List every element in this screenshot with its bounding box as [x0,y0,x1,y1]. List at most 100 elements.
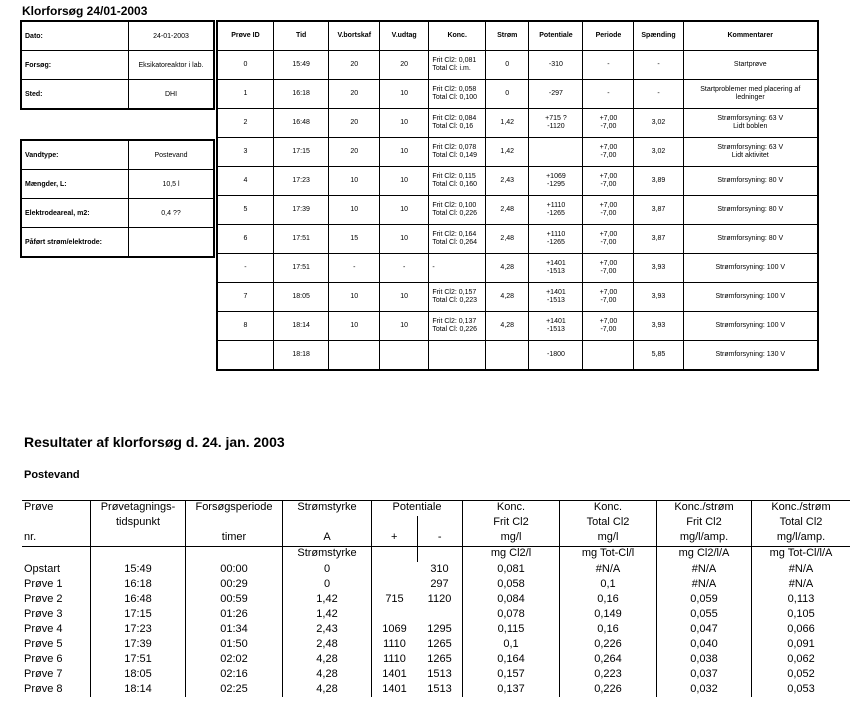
table-cell: Frit Cl2: 0,058 Total Cl: 0,100 [428,79,487,109]
results-row: Opstart 15:49 00:00 0 310 0,081 #N/A #N/A #N/A [22,562,850,577]
table-row: 1 16:18 20 10 Frit Cl2: 0,058 Total Cl: 0,100… [216,79,819,109]
table-cell: +1110 -1265 [528,195,584,225]
table-cell: - [582,50,635,80]
table-cell: 3,93 [633,253,684,283]
table-cell: 3,89 [633,166,684,196]
results-header-cell: + [371,531,417,547]
info-label: Elektrodeareal, m2: [20,198,129,228]
table-cell: 10 [379,108,430,138]
results-header-cell: Frit Cl2 [462,516,560,531]
table-cell: Strømforsyning: 100 V [682,311,819,341]
results-header-cell: - [416,531,463,547]
table-cell: 1,42 [485,108,530,138]
results-header-cell: Potentiale [371,500,463,516]
results-cell: 1401 [371,682,417,697]
results-title: Resultater af klorforsøg d. 24. jan. 200… [24,434,285,450]
table-cell: Strømforsyning: 80 V [682,195,819,225]
results-cell: 0,223 [559,667,657,682]
table-cell: 18:05 [272,282,330,312]
info-row: Sted: DHI [20,79,215,110]
results-header-cell [185,546,283,562]
results-cell: 0,052 [751,667,850,682]
table-cell: - [379,253,430,283]
results-header-cell [282,516,372,531]
table-cell: 3,02 [633,137,684,167]
info-label: Sted: [20,79,129,110]
results-cell: 1265 [427,638,452,650]
results-cell: 0,1 [462,637,560,652]
table-cell: - [582,79,635,109]
results-cell: 0,078 [462,607,560,622]
results-header-cell: Konc. [559,500,657,516]
results-cell: 17:39 [90,637,186,652]
table-cell: 17:51 [272,224,330,254]
results-header-cell: Total Cl2 [559,516,657,531]
table-cell: Frit Cl2: 0,137 Total Cl: 0,226 [428,311,487,341]
table-cell: 3,93 [633,311,684,341]
results-cell: 0 [282,577,372,592]
results-cell: 1513 [427,668,452,680]
results-cell: 0,084 [462,592,560,607]
results-row: Prøve 4 17:23 01:34 2,43 1069 1295 0,115 0,16 0,… [22,622,850,637]
table-cell: +7,00 -7,00 [582,195,635,225]
results-cell: Prøve 2 [24,593,63,605]
results-cell: 00:00 [185,562,283,577]
results-cell: 1265 [427,653,452,665]
table-cell: 3 [216,137,274,167]
results-cell: 1295 [427,623,452,635]
info-value: Postevand [128,139,215,170]
table-cell: Strømforsyning: 80 V [682,224,819,254]
info-row: Påført strøm/elektrode: [20,227,215,258]
table-row: 8 18:14 10 10 Frit Cl2: 0,137 Total Cl: 0,226… [216,311,819,341]
results-cell: 1069 [371,622,417,637]
results-header-cell: mg Cl2/l/A [656,546,752,562]
results-header-cell: Prøve [24,501,54,513]
table-cell: +1401 -1513 [528,282,584,312]
table-cell: 15:49 [272,50,330,80]
table-cell: 2,43 [485,166,530,196]
table-row: 2 16:48 20 10 Frit Cl2: 0,084 Total Cl: 0,16 1… [216,108,819,138]
table-cell: +7,00 -7,00 [582,166,635,196]
table-cell: -310 [528,50,584,80]
results-cell: 16:18 [90,577,186,592]
results-cell: #N/A [656,562,752,577]
table-cell: Strømforsyning: 130 V [682,340,819,371]
results-cell: 0,037 [656,667,752,682]
results-cell: 4,28 [282,652,372,667]
table-cell: +1401 -1513 [528,253,584,283]
results-cell: 00:29 [185,577,283,592]
results-cell: 4,28 [282,667,372,682]
table-cell: 10 [379,224,430,254]
results-cell: 0,164 [462,652,560,667]
results-cell: 0,149 [559,607,657,622]
info-label: Vandtype: [20,139,129,170]
results-cell: 16:48 [90,592,186,607]
results-header-row: tidspunkt Frit Cl2 Total Cl2 Frit Cl2 Total … [22,516,850,531]
results-header-cell [371,546,417,562]
results-header-cell [90,531,186,547]
table-cell: 3,87 [633,224,684,254]
results-cell: 0,264 [559,652,657,667]
results-subtitle: Postevand [24,469,80,481]
table-cell: Frit Cl2: 0,164 Total Cl: 0,264 [428,224,487,254]
table-cell: Frit Cl2: 0,115 Total Cl: 0,160 [428,166,487,196]
results-cell: 1110 [371,652,417,667]
table-cell: 10 [328,311,381,341]
table-row: 0 15:49 20 20 Frit Cl2: 0,081 Total Cl: i.m. 0… [216,50,819,80]
results-cell: 0,226 [559,682,657,697]
table-cell: 3,93 [633,282,684,312]
results-cell: Prøve 7 [24,668,63,680]
table-cell: 17:23 [272,166,330,196]
table-cell [379,340,430,371]
table-cell: -1800 [528,340,584,371]
results-cell: 1,42 [282,592,372,607]
results-row: Prøve 5 17:39 01:50 2,48 1110 1265 0,1 0,226 0,0… [22,637,850,652]
table-cell: - [633,50,684,80]
table-cell: 10 [379,79,430,109]
results-row: Prøve 3 17:15 01:26 1,42 0,078 0,149 0,055 0,10… [22,607,850,622]
column-header: Spænding [633,20,684,51]
results-cell: 0,16 [559,592,657,607]
table-cell: 10 [379,195,430,225]
results-cell [371,562,417,577]
table-cell: 4,28 [485,311,530,341]
